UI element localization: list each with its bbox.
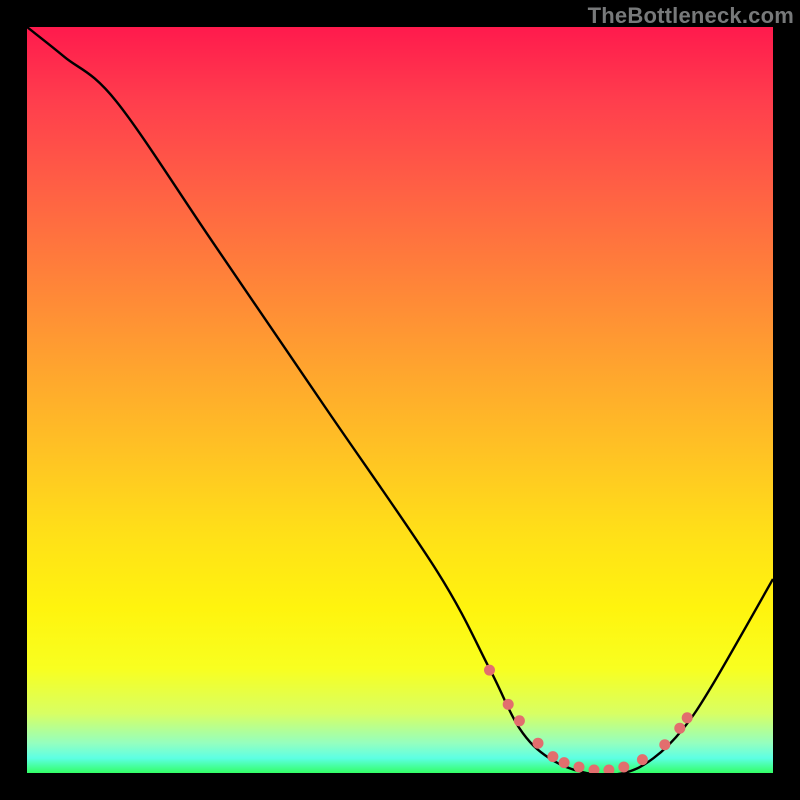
plot-area — [27, 27, 773, 773]
marker-dot — [682, 712, 693, 723]
marker-dot — [547, 751, 558, 762]
marker-dot — [637, 754, 648, 765]
marker-dot — [514, 715, 525, 726]
marker-dot — [574, 762, 585, 773]
marker-dot — [659, 739, 670, 750]
chart-svg — [27, 27, 773, 773]
marker-dot — [533, 738, 544, 749]
bottleneck-curve — [27, 27, 773, 773]
watermark-label: TheBottleneck.com — [588, 3, 794, 29]
marker-dot — [484, 665, 495, 676]
marker-dot — [674, 723, 685, 734]
marker-dot — [618, 762, 629, 773]
highlight-dots — [484, 665, 693, 773]
marker-dot — [603, 765, 614, 774]
marker-dot — [503, 699, 514, 710]
chart-container: TheBottleneck.com — [0, 0, 800, 800]
marker-dot — [559, 757, 570, 768]
marker-dot — [589, 765, 600, 774]
